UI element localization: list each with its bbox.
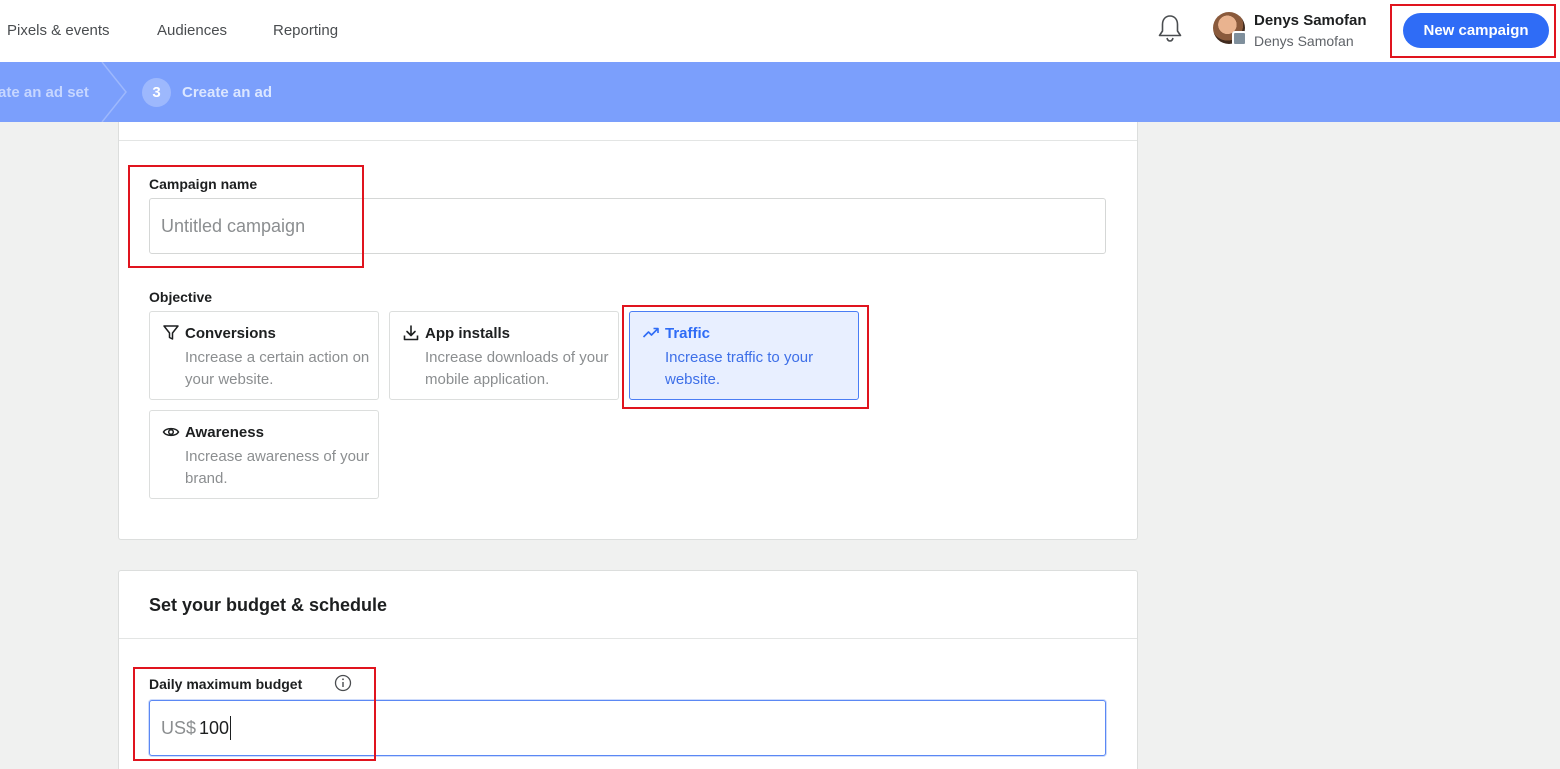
budget-value[interactable]: 100 xyxy=(199,718,229,739)
nav-pixels-events[interactable]: Pixels & events xyxy=(7,22,110,39)
eye-icon xyxy=(162,427,180,437)
nav-audiences[interactable]: Audiences xyxy=(157,22,227,39)
user-account-name: Denys Samofan xyxy=(1254,33,1354,49)
objective-app-installs[interactable]: App installs Increase downloads of your … xyxy=(389,311,619,400)
card-divider xyxy=(119,638,1137,639)
objective-description: Increase awareness of your brand. xyxy=(185,448,370,487)
download-icon xyxy=(403,325,419,341)
campaign-name-label: Campaign name xyxy=(149,176,258,192)
objective-label: Objective xyxy=(149,289,213,305)
objective-description: Increase a certain action on your websit… xyxy=(185,349,370,388)
campaign-stepper: ate an ad set 3 Create an ad xyxy=(0,62,1560,122)
objective-description: Increase traffic to your website. xyxy=(665,349,814,388)
objective-traffic[interactable]: Traffic Increase traffic to your website… xyxy=(629,311,859,400)
objective-title: App installs xyxy=(425,325,511,342)
nav-reporting[interactable]: Reporting xyxy=(273,22,338,39)
step-create-ad[interactable]: Create an ad xyxy=(182,84,272,101)
user-name[interactable]: Denys Samofan xyxy=(1254,12,1367,29)
daily-budget-input[interactable]: US$ 100 xyxy=(149,700,1106,756)
objective-title: Conversions xyxy=(185,325,276,342)
budget-section-title: Set your budget & schedule xyxy=(149,595,388,615)
currency-prefix: US$ xyxy=(161,718,197,738)
campaign-name-input[interactable] xyxy=(149,198,1106,254)
daily-budget-label: Daily maximum budget xyxy=(149,676,303,692)
step-number-badge: 3 xyxy=(142,78,171,107)
step-create-ad-set[interactable]: ate an ad set xyxy=(0,84,89,101)
info-icon[interactable] xyxy=(334,674,352,692)
bell-icon[interactable] xyxy=(1156,13,1184,43)
objective-description: Increase downloads of your mobile applic… xyxy=(425,349,609,388)
new-campaign-button[interactable]: New campaign xyxy=(1403,13,1549,48)
top-navigation: Pixels & events Audiences Reporting Deny… xyxy=(0,0,1560,62)
avatar[interactable] xyxy=(1213,12,1247,46)
text-cursor xyxy=(230,716,231,740)
objective-awareness[interactable]: Awareness Increase awareness of your bra… xyxy=(149,410,379,499)
objective-conversions[interactable]: Conversions Increase a certain action on… xyxy=(149,311,379,400)
account-badge-icon xyxy=(1232,31,1247,46)
objective-title: Awareness xyxy=(185,424,264,441)
card-divider xyxy=(119,140,1137,141)
funnel-icon xyxy=(163,325,179,340)
step-chevron-icon xyxy=(101,62,127,122)
objective-title: Traffic xyxy=(665,325,711,342)
trending-up-icon xyxy=(642,327,659,338)
